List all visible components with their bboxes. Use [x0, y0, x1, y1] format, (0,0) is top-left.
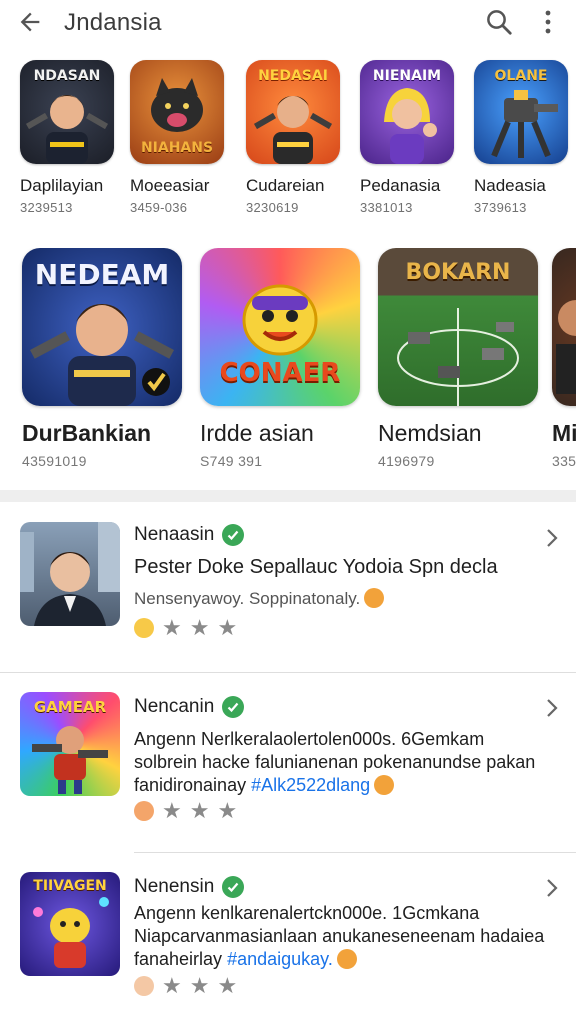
emoji-icon — [364, 588, 385, 608]
page-title: Jndansia — [64, 9, 162, 36]
hashtag-link[interactable]: #andaigukay. — [227, 949, 333, 969]
star-icon: ★ — [189, 615, 210, 640]
item-subtitle: Nensenyawoy. Soppinatonaly. — [134, 588, 554, 609]
verified-check-icon — [222, 876, 245, 898]
app-icon: NIENAIM — [360, 60, 454, 164]
item-thumbnail: TIIVAGEN — [20, 872, 120, 976]
section-divider — [0, 490, 576, 502]
top-app-bar: Jndansia — [0, 0, 576, 44]
star-icon: ★ — [189, 798, 210, 823]
featured-apps-row-small: NDASAN Daplilayian 3239513 NIAHANS Moeea… — [0, 60, 576, 220]
list-divider — [134, 852, 576, 853]
app-icon: BOKARN — [378, 248, 538, 406]
emoji-icon — [134, 618, 154, 638]
item-header: Nencanin — [134, 696, 245, 718]
hashtag-link[interactable]: #Alk2522dlang — [251, 775, 370, 795]
app-icon: NDASAN — [20, 60, 114, 164]
arrow-left-icon[interactable] — [16, 8, 44, 36]
more-vert-icon[interactable] — [536, 7, 560, 37]
app-card[interactable]: BOKARN Nemdsian 4196979 — [378, 248, 548, 468]
item-description: Pester Doke Sepallauc Yodoia Spn decla — [134, 556, 498, 578]
item-thumbnail: GAMEAR — [20, 692, 120, 796]
app-icon: OLANE — [474, 60, 568, 164]
featured-apps-row-large: NEDEAM DurBankian 43591019 CONAER Irdde … — [0, 248, 576, 468]
rating-stars: ★ ★ ★ — [134, 617, 237, 639]
app-card[interactable]: Mi 335 — [552, 248, 576, 468]
app-card[interactable]: NDASAN Daplilayian 3239513 — [20, 60, 124, 215]
search-icon[interactable] — [484, 7, 514, 37]
app-icon: NEDASAI — [246, 60, 340, 164]
emoji-icon — [134, 976, 154, 996]
star-icon: ★ — [217, 798, 238, 823]
app-card[interactable]: NEDASAI Cudareian 3230619 — [246, 60, 350, 215]
emoji-icon — [336, 949, 357, 969]
chevron-right-icon[interactable] — [542, 526, 562, 550]
app-icon: NEDEAM — [22, 248, 182, 406]
item-thumbnail — [20, 522, 120, 626]
star-icon: ★ — [162, 973, 182, 998]
item-header: Nenaasin — [134, 524, 245, 546]
emoji-icon — [134, 801, 154, 821]
star-icon: ★ — [217, 973, 238, 998]
item-description: Angenn kenlkarenalertckn000e. 1Gcmkana N… — [134, 903, 545, 969]
star-icon: ★ — [162, 798, 182, 823]
chevron-right-icon[interactable] — [542, 696, 562, 720]
item-header: Nenensin — [134, 876, 245, 898]
star-icon: ★ — [189, 973, 210, 998]
item-description: Angenn Nerlkeralaolertolen000s. 6Gemkam … — [134, 729, 536, 795]
star-icon: ★ — [217, 615, 238, 640]
app-card[interactable]: OLANE Nadeasia 3739613 — [474, 60, 576, 215]
app-icon: CONAER — [200, 248, 360, 406]
list-divider — [0, 672, 576, 673]
star-icon: ★ — [162, 615, 182, 640]
app-card[interactable]: NEDEAM DurBankian 43591019 — [22, 248, 192, 468]
rating-stars: ★ ★ ★ — [134, 800, 237, 822]
verified-check-icon — [222, 524, 245, 546]
app-card[interactable]: NIENAIM Pedanasia 3381013 — [360, 60, 464, 215]
rating-stars: ★ ★ ★ — [134, 975, 237, 997]
verified-check-icon — [222, 696, 245, 718]
app-card[interactable]: CONAER Irdde asian S749 391 — [200, 248, 370, 468]
app-card[interactable]: NIAHANS Moeeasiar 3459-036 — [130, 60, 234, 215]
emoji-icon — [374, 775, 395, 795]
chevron-right-icon[interactable] — [542, 876, 562, 900]
app-icon — [552, 248, 576, 406]
app-icon: NIAHANS — [130, 60, 224, 164]
